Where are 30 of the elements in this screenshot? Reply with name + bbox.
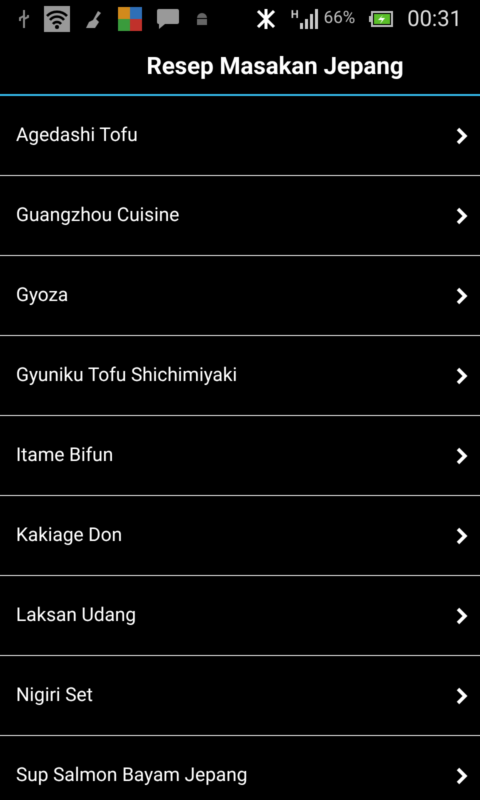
list-item[interactable]: Guangzhou Cuisine (0, 176, 480, 256)
chevron-icon (456, 766, 468, 784)
bluetooth-icon (254, 8, 277, 30)
chevron-icon (456, 286, 468, 304)
chevron-icon (456, 126, 468, 144)
network-type-label: H (290, 9, 299, 20)
list-item[interactable]: Nigiri Set (0, 656, 480, 736)
signal-icon (300, 9, 318, 29)
battery-icon (369, 11, 394, 27)
list-item[interactable]: Kakiage Don (0, 496, 480, 576)
chevron-icon (456, 606, 468, 624)
chevron-icon (456, 366, 468, 384)
chevron-icon (456, 206, 468, 224)
chat-bubble-icon (156, 8, 180, 30)
chevron-icon (456, 526, 468, 544)
colored-square-icon (118, 7, 142, 31)
list-item[interactable]: Laksan Udang (0, 576, 480, 656)
list-item[interactable]: Sup Salmon Bayam Jepang (0, 736, 480, 800)
list-item[interactable]: Agedashi Tofu (0, 96, 480, 176)
wifi-icon (44, 6, 70, 32)
list-item[interactable]: Gyuniku Tofu Shichimiyaki (0, 336, 480, 416)
list-item[interactable]: Gyoza (0, 256, 480, 336)
battery-percent: 66% (324, 7, 356, 30)
chevron-icon (456, 446, 468, 464)
list-item[interactable]: Itame Bifun (0, 416, 480, 496)
usb-icon (18, 10, 30, 28)
clock: 00:31 (407, 6, 462, 34)
broom-icon (84, 9, 104, 29)
app-title: Resep Masakan Jepang (146, 51, 404, 82)
chevron-icon (456, 686, 468, 704)
